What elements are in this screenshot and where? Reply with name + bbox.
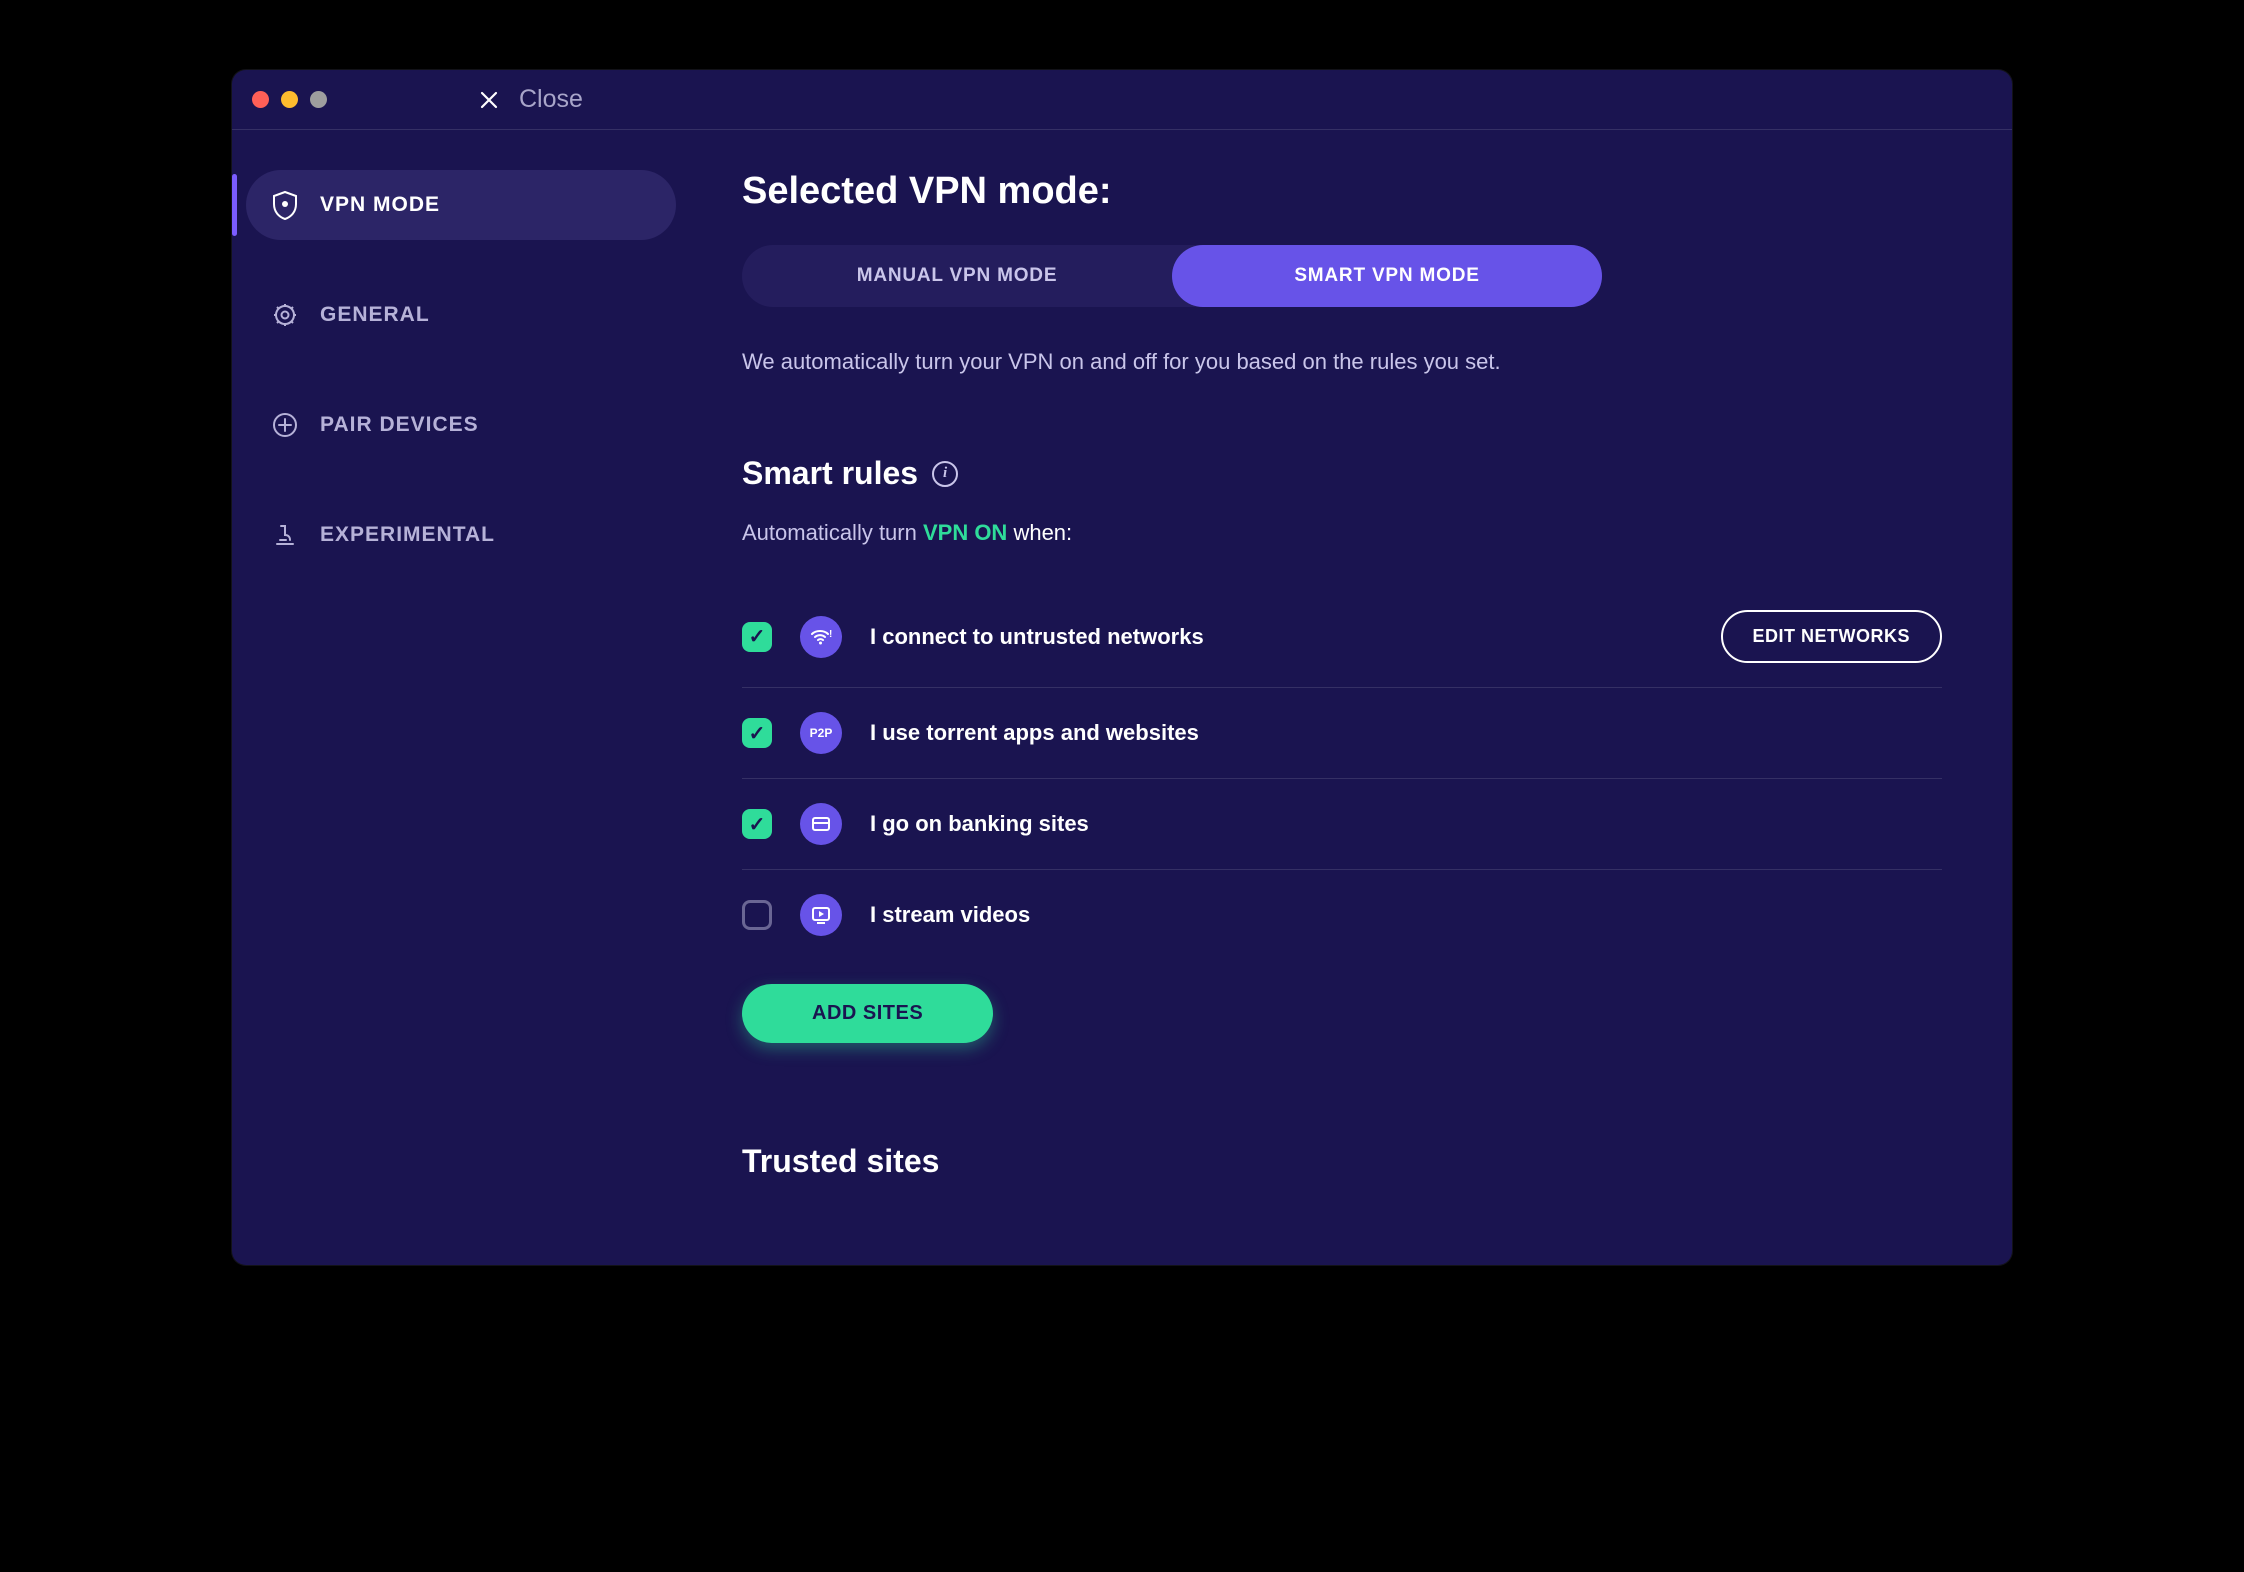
- trusted-sites-title: Trusted sites: [742, 1143, 1942, 1180]
- sidebar-item-pair-devices[interactable]: PAIR DEVICES: [246, 390, 676, 460]
- banking-icon: [800, 803, 842, 845]
- traffic-light-minimize[interactable]: [281, 91, 298, 108]
- gear-icon: [270, 300, 300, 330]
- sub-prefix: Automatically turn: [742, 520, 923, 545]
- smart-rules-title: Smart rules: [742, 455, 918, 492]
- rule-label: I stream videos: [870, 902, 1942, 928]
- manual-mode-button[interactable]: MANUAL VPN MODE: [742, 245, 1172, 307]
- mode-description: We automatically turn your VPN on and of…: [742, 349, 1942, 375]
- sidebar-item-vpn-mode[interactable]: VPN MODE: [246, 170, 676, 240]
- rule-label: I connect to untrusted networks: [870, 624, 1693, 650]
- close-x-icon: [477, 88, 501, 112]
- stream-icon: [800, 894, 842, 936]
- app-window: Close VPN MODE GENERAL PAIR DEVIC: [232, 70, 2012, 1265]
- sidebar-item-label: GENERAL: [320, 303, 430, 327]
- rules-list: ✓ ! I connect to untrusted networks EDIT…: [742, 586, 1942, 960]
- add-sites-label: ADD SITES: [812, 1002, 923, 1024]
- sidebar-item-label: EXPERIMENTAL: [320, 523, 495, 547]
- edit-networks-button[interactable]: EDIT NETWORKS: [1721, 610, 1943, 663]
- rule-label: I use torrent apps and websites: [870, 720, 1942, 746]
- sidebar-item-experimental[interactable]: EXPERIMENTAL: [246, 500, 676, 570]
- microscope-icon: [270, 520, 300, 550]
- sidebar-item-label: PAIR DEVICES: [320, 413, 479, 437]
- rule-row-stream: I stream videos: [742, 870, 1942, 960]
- smart-mode-button[interactable]: SMART VPN MODE: [1172, 245, 1602, 307]
- traffic-light-close[interactable]: [252, 91, 269, 108]
- manual-mode-label: MANUAL VPN MODE: [857, 265, 1058, 287]
- body: VPN MODE GENERAL PAIR DEVICES EXPERIMENT…: [232, 130, 2012, 1265]
- sidebar-item-general[interactable]: GENERAL: [246, 280, 676, 350]
- close-label: Close: [519, 85, 583, 114]
- sidebar: VPN MODE GENERAL PAIR DEVICES EXPERIMENT…: [232, 130, 712, 1265]
- sidebar-item-label: VPN MODE: [320, 193, 440, 217]
- smart-rules-header: Smart rules i: [742, 455, 1942, 492]
- sub-suffix: when:: [1007, 520, 1072, 545]
- sub-highlight: VPN ON: [923, 520, 1007, 545]
- check-icon: ✓: [749, 624, 766, 649]
- content: Selected VPN mode: MANUAL VPN MODE SMART…: [712, 130, 2012, 1265]
- shield-gear-icon: [270, 190, 300, 220]
- check-icon: ✓: [749, 721, 766, 746]
- info-icon[interactable]: i: [932, 461, 958, 487]
- check-icon: ✓: [749, 812, 766, 837]
- wifi-alert-icon: !: [800, 616, 842, 658]
- rule-checkbox[interactable]: ✓: [742, 718, 772, 748]
- rule-row-untrusted-network: ✓ ! I connect to untrusted networks EDIT…: [742, 586, 1942, 688]
- smart-rules-subtitle: Automatically turn VPN ON when:: [742, 520, 1942, 546]
- traffic-lights: [252, 91, 327, 108]
- rule-row-banking: ✓ I go on banking sites: [742, 779, 1942, 870]
- rule-label: I go on banking sites: [870, 811, 1942, 837]
- edit-networks-label: EDIT NETWORKS: [1753, 626, 1911, 646]
- smart-mode-label: SMART VPN MODE: [1294, 265, 1479, 287]
- close-button[interactable]: Close: [477, 85, 583, 114]
- vpn-mode-toggle: MANUAL VPN MODE SMART VPN MODE: [742, 245, 1602, 307]
- plus-circle-icon: [270, 410, 300, 440]
- page-title: Selected VPN mode:: [742, 170, 1942, 213]
- p2p-icon: P2P: [800, 712, 842, 754]
- rule-checkbox[interactable]: [742, 900, 772, 930]
- rule-checkbox[interactable]: ✓: [742, 622, 772, 652]
- titlebar: Close: [232, 70, 2012, 130]
- rule-row-torrent: ✓ P2P I use torrent apps and websites: [742, 688, 1942, 779]
- traffic-light-zoom[interactable]: [310, 91, 327, 108]
- rule-checkbox[interactable]: ✓: [742, 809, 772, 839]
- svg-text:!: !: [829, 629, 832, 640]
- add-sites-button[interactable]: ADD SITES: [742, 984, 993, 1043]
